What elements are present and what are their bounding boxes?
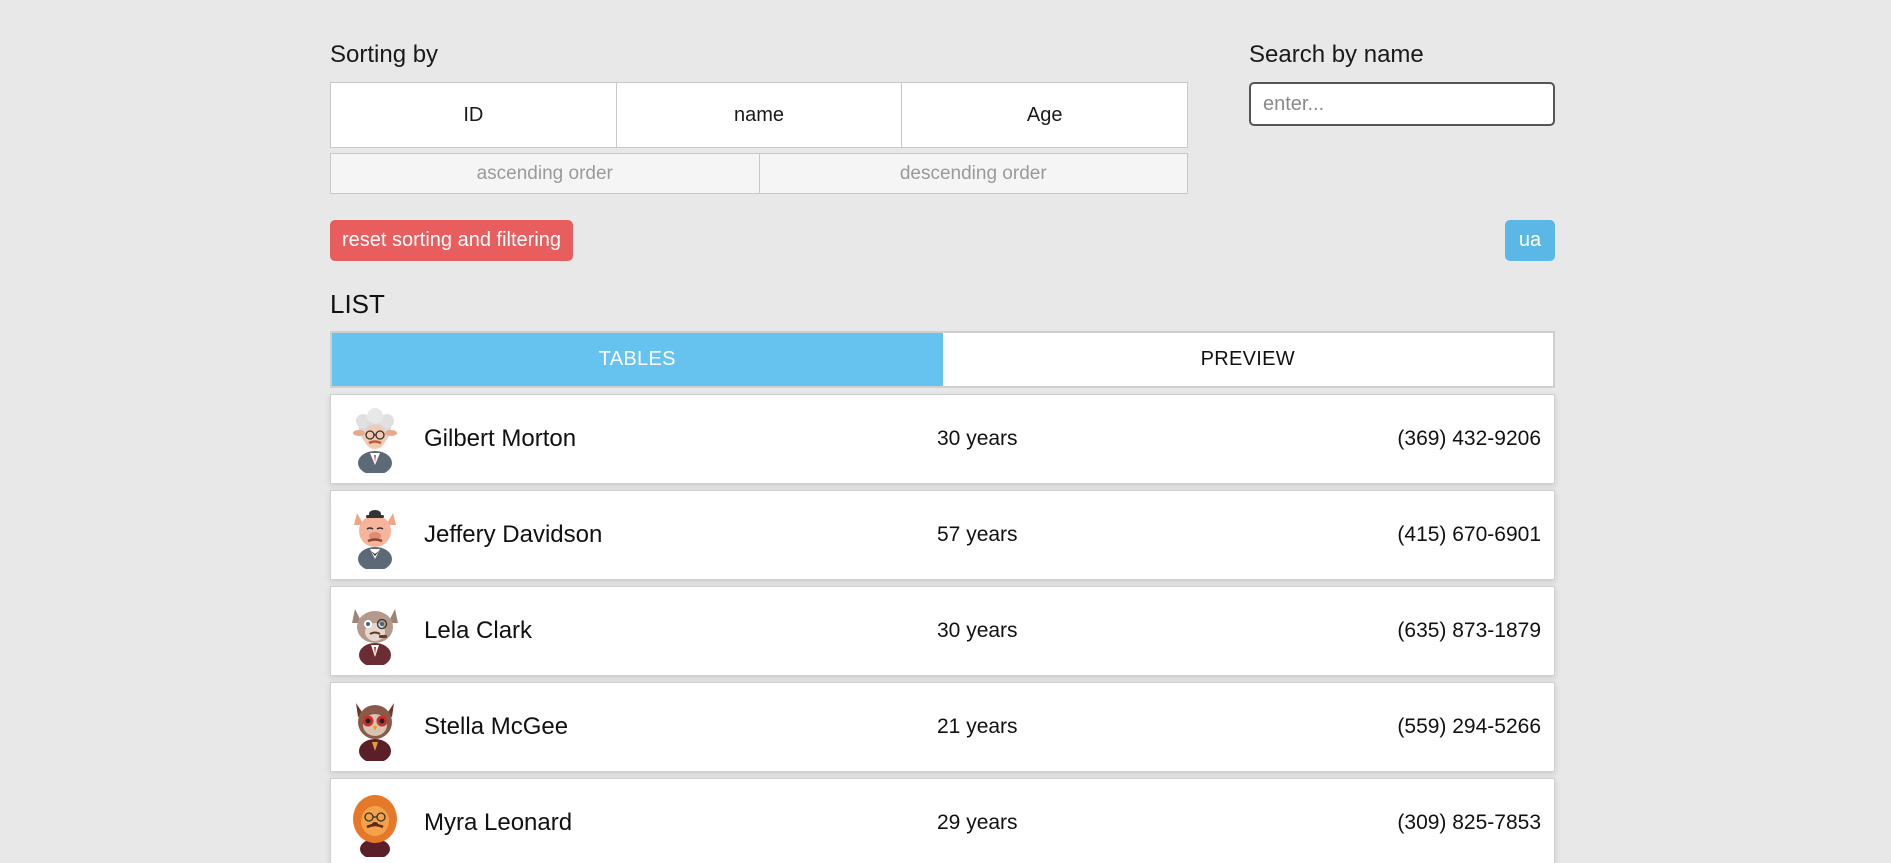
search-input[interactable] [1249, 82, 1555, 126]
row-age: 21 years [937, 715, 1018, 738]
row-age: 30 years [937, 427, 1018, 450]
sort-field-group: ID name Age [330, 82, 1188, 148]
tab-preview[interactable]: PREVIEW [942, 333, 1553, 386]
sorting-title: Sorting by [330, 41, 439, 68]
pig-avatar-icon [344, 503, 406, 571]
sort-by-name-button[interactable]: name [617, 83, 903, 147]
list-title: LIST [330, 289, 385, 319]
sort-order-group: ascending order descending order [330, 153, 1188, 194]
page: Sorting by ID name Age ascending order d… [0, 0, 1891, 863]
search-title: Search by name [1249, 41, 1424, 68]
descending-order-button[interactable]: descending order [760, 154, 1188, 193]
view-tabs: TABLES PREVIEW [330, 331, 1555, 388]
list-item[interactable]: Lela Clark 30 years (635) 873-1879 [330, 586, 1555, 676]
lion-avatar-icon [344, 791, 406, 859]
ascending-order-button[interactable]: ascending order [331, 154, 760, 193]
reset-sorting-button[interactable]: reset sorting and filtering [330, 220, 574, 261]
list-item[interactable]: Gilbert Morton 30 years (369) 432-9206 [330, 394, 1555, 484]
row-age: 57 years [937, 523, 1018, 546]
row-phone: (559) 294-5266 [1397, 715, 1541, 738]
sheep-avatar-icon [344, 407, 406, 475]
sort-by-age-button[interactable]: Age [902, 83, 1187, 147]
list-item[interactable]: Stella McGee 21 years (559) 294-5266 [330, 682, 1555, 772]
row-age: 30 years [937, 619, 1018, 642]
row-name: Jeffery Davidson [424, 521, 603, 548]
tab-tables[interactable]: TABLES [332, 333, 943, 386]
row-name: Myra Leonard [424, 809, 573, 836]
list-item[interactable]: Myra Leonard 29 years (309) 825-7853 [330, 778, 1555, 863]
row-name: Lela Clark [424, 617, 533, 644]
row-phone: (635) 873-1879 [1397, 619, 1541, 642]
row-phone: (369) 432-9206 [1397, 427, 1541, 450]
row-phone: (415) 670-6901 [1397, 523, 1541, 546]
owl-avatar-icon [344, 695, 406, 763]
row-name: Gilbert Morton [424, 425, 577, 452]
row-age: 29 years [937, 811, 1018, 834]
language-toggle-button[interactable]: ua [1505, 220, 1555, 261]
row-phone: (309) 825-7853 [1397, 811, 1541, 834]
user-list: Gilbert Morton 30 years (369) 432-9206 J… [330, 394, 1555, 863]
cat-avatar-icon [344, 599, 406, 667]
row-name: Stella McGee [424, 713, 569, 740]
sort-by-id-button[interactable]: ID [331, 83, 617, 147]
list-item[interactable]: Jeffery Davidson 57 years (415) 670-6901 [330, 490, 1555, 580]
